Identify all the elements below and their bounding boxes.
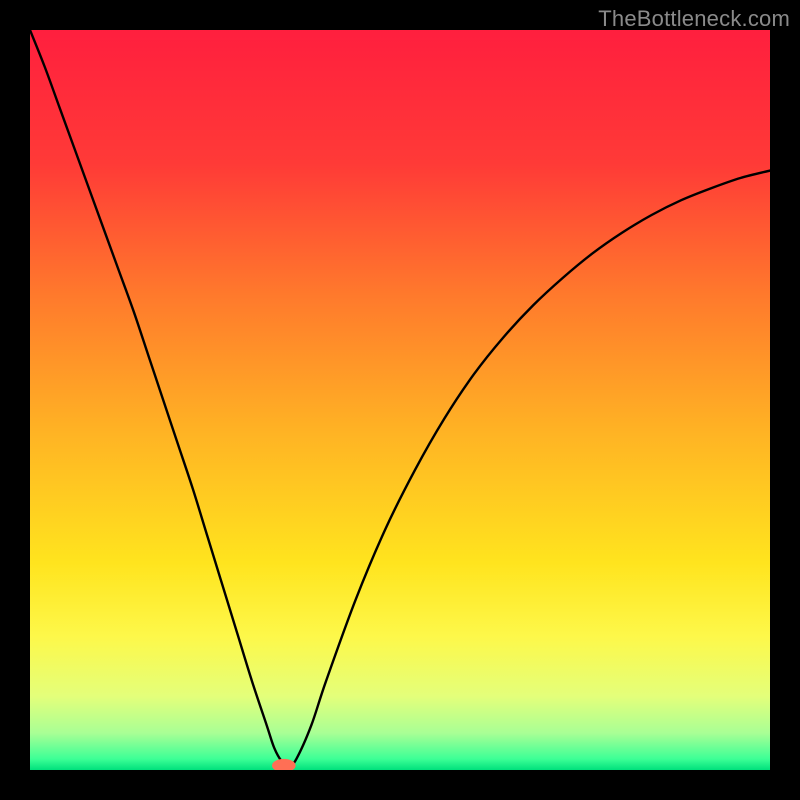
chart-svg [30, 30, 770, 770]
chart-frame [30, 30, 770, 770]
chart-background [30, 30, 770, 770]
watermark-text: TheBottleneck.com [598, 6, 790, 32]
